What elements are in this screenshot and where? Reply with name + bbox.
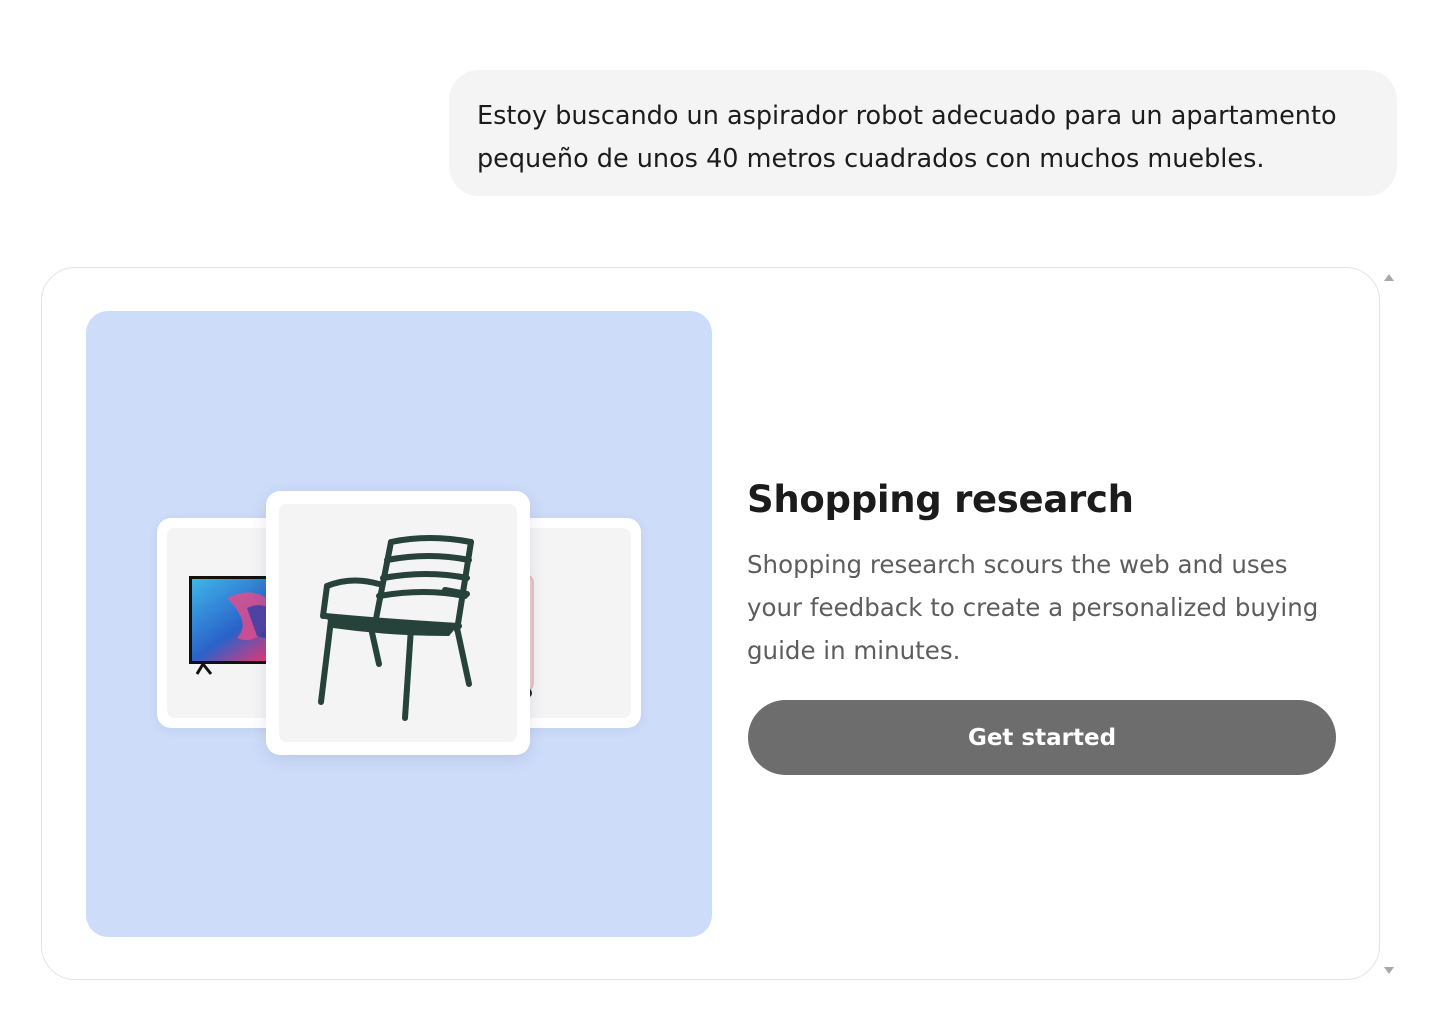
- chat-page: Estoy buscando un aspirador robot adecua…: [0, 0, 1440, 1017]
- shopping-info: Shopping research Shopping research scou…: [747, 478, 1347, 672]
- get-started-button[interactable]: Get started: [748, 700, 1336, 775]
- user-message-line-1: Estoy buscando un aspirador robot adecua…: [477, 101, 1337, 131]
- card-title: Shopping research: [747, 478, 1134, 521]
- product-tile-chair: [266, 491, 530, 755]
- user-message-line-2: pequeño de unos 40 metros cuadrados con …: [477, 144, 1265, 174]
- product-illustration: [86, 311, 712, 937]
- chair-image: [318, 535, 474, 721]
- shopping-research-card: Shopping research Shopping research scou…: [41, 267, 1380, 980]
- user-message-bubble: Estoy buscando un aspirador robot adecua…: [449, 70, 1397, 196]
- triangle-up-icon[interactable]: [1383, 272, 1395, 282]
- card-description: Shopping research scours the web and use…: [747, 550, 1319, 665]
- triangle-down-icon[interactable]: [1383, 966, 1395, 976]
